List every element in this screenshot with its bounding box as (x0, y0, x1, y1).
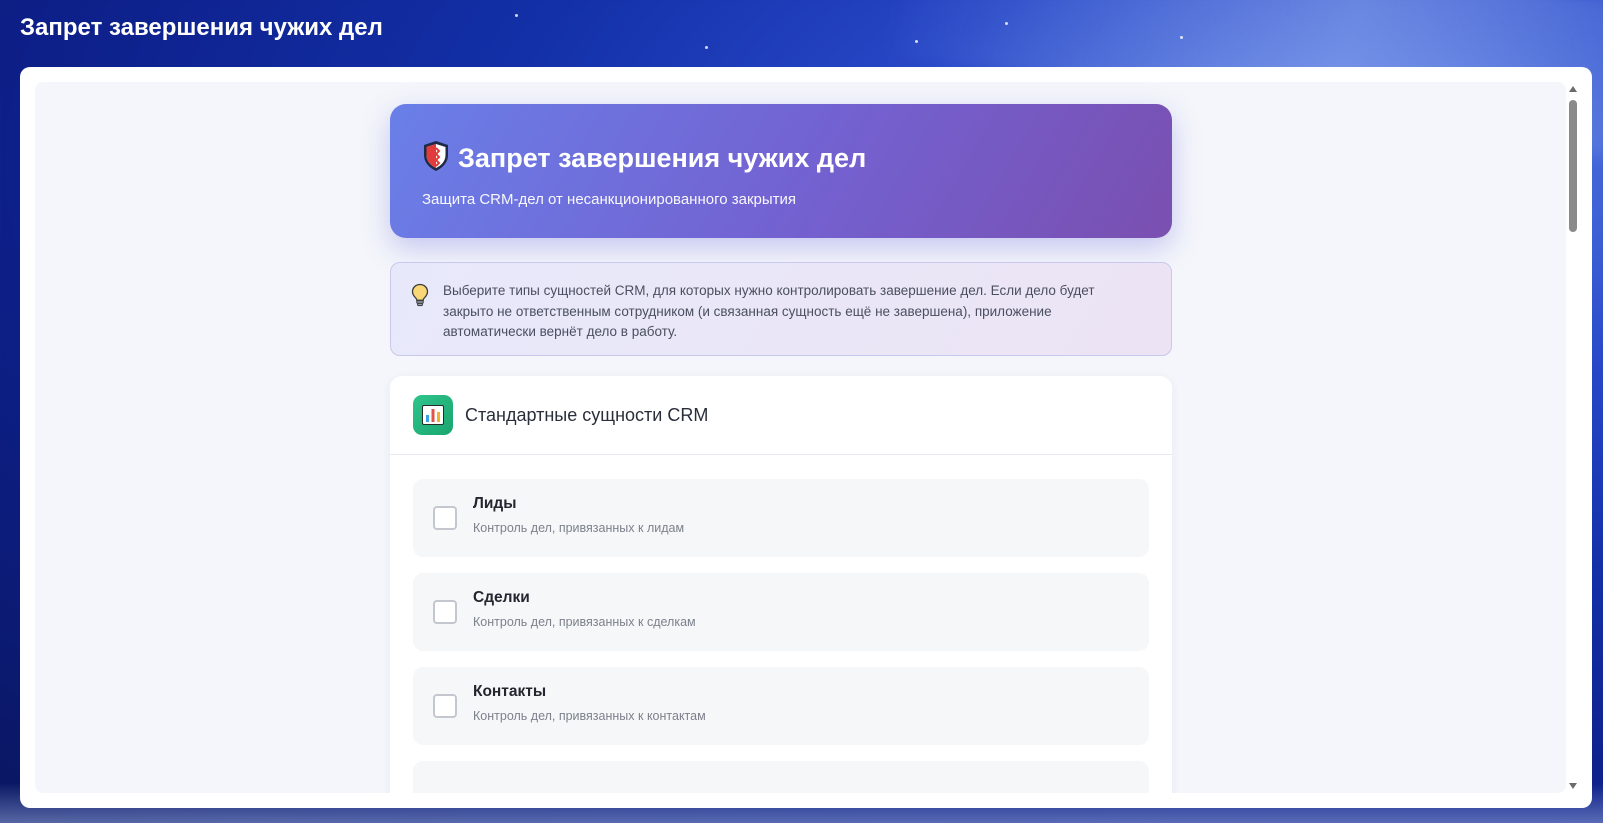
deals-checkbox[interactable] (433, 600, 457, 624)
hero-banner: Запрет завершения чужих дел Защита CRM-д… (390, 104, 1172, 238)
background-star (515, 14, 518, 17)
hero-title-row: Запрет завершения чужих дел (422, 140, 1140, 177)
entity-description: Контроль дел, привязанных к сделкам (473, 615, 696, 629)
entity-option-contacts[interactable]: Контакты Контроль дел, привязанных к кон… (413, 667, 1149, 745)
background-star (1005, 22, 1008, 25)
entity-text: Лиды Контроль дел, привязанных к лидам (473, 495, 684, 535)
scroll-up-icon[interactable] (1569, 86, 1577, 92)
entity-option-leads[interactable]: Лиды Контроль дел, привязанных к лидам (413, 479, 1149, 557)
card-title: Стандартные сущности CRM (465, 404, 709, 425)
background-star (1180, 36, 1183, 39)
scroll-down-icon[interactable] (1569, 783, 1577, 789)
entity-description: Контроль дел, привязанных к контактам (473, 709, 706, 723)
background-star (705, 46, 708, 49)
contacts-checkbox[interactable] (433, 694, 457, 718)
entity-label: Лиды (473, 495, 517, 512)
app-viewport: Запрет завершения чужих дел Защита CRM-д… (35, 82, 1566, 793)
standard-entities-card: Стандартные сущности CRM Лиды Контроль д… (390, 376, 1172, 793)
hero-title: Запрет завершения чужих дел (458, 143, 867, 173)
entity-label: Сделки (473, 589, 530, 606)
info-tip: Выберите типы сущностей CRM, для которых… (390, 262, 1172, 356)
card-header: Стандартные сущности CRM (390, 376, 1172, 455)
entity-label: Контакты (473, 683, 547, 700)
bar-chart-icon (413, 395, 453, 435)
entity-text: Сделки Контроль дел, привязанных к сделк… (473, 589, 696, 629)
info-tip-text: Выберите типы сущностей CRM, для которых… (443, 283, 1095, 339)
lightbulb-icon (411, 283, 429, 355)
window-title: Запрет завершения чужих дел (20, 14, 383, 41)
app-frame: Запрет завершения чужих дел Защита CRM-д… (20, 67, 1592, 808)
entity-text: Контакты Контроль дел, привязанных к кон… (473, 683, 706, 723)
settings-content: Запрет завершения чужих дел Защита CRM-д… (390, 104, 1172, 793)
entity-description: Контроль дел, привязанных к лидам (473, 521, 685, 535)
scroll-thumb[interactable] (1569, 100, 1577, 232)
leads-checkbox[interactable] (433, 506, 457, 530)
entity-list: Лиды Контроль дел, привязанных к лидам С… (390, 455, 1172, 793)
hero-subtitle: Защита CRM-дел от несанкционированного з… (422, 191, 797, 208)
entity-option-next[interactable] (413, 761, 1149, 793)
shield-icon (422, 140, 450, 177)
background-star (915, 40, 918, 43)
vertical-scrollbar[interactable] (1566, 82, 1580, 793)
entity-option-deals[interactable]: Сделки Контроль дел, привязанных к сделк… (413, 573, 1149, 651)
